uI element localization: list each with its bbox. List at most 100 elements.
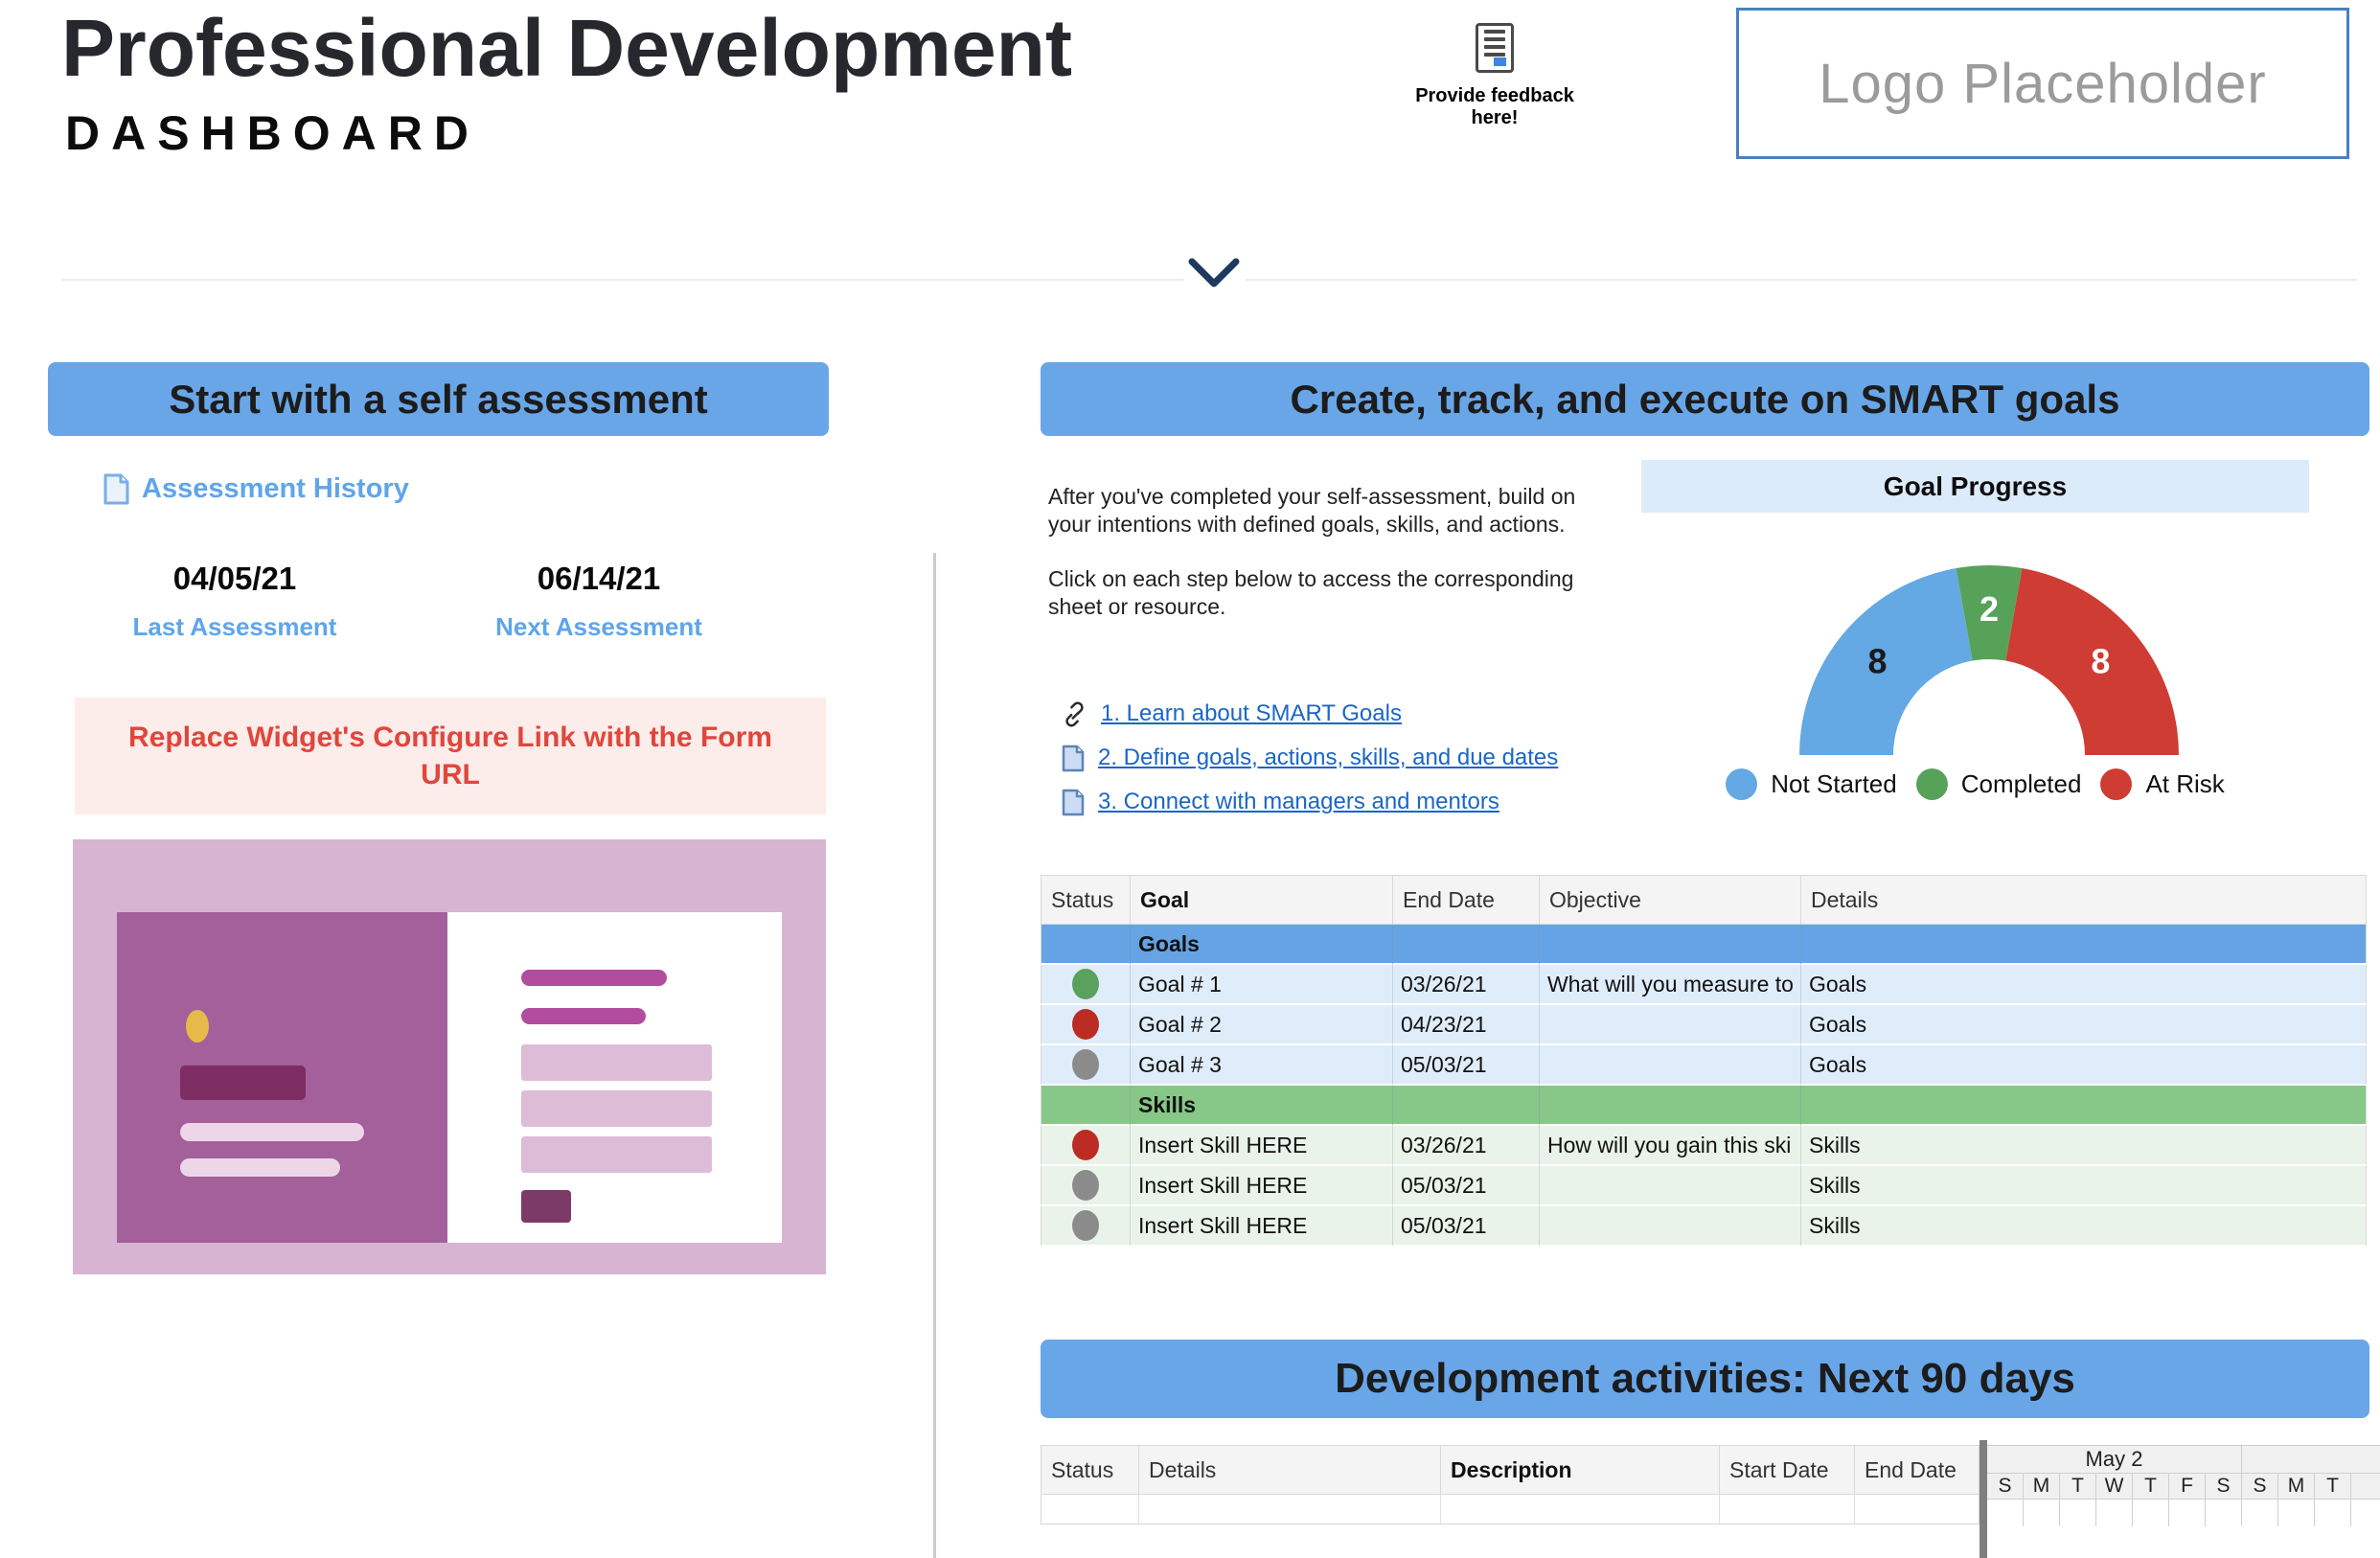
feedback-form-icon bbox=[1476, 23, 1514, 73]
resource-link-connect[interactable]: 3. Connect with managers and mentors bbox=[1062, 780, 1558, 824]
gantt-day-cell: T bbox=[2133, 1474, 2169, 1500]
section-cell bbox=[1041, 1086, 1130, 1126]
status-cell bbox=[1041, 1166, 1130, 1206]
status-cell bbox=[1041, 965, 1130, 1005]
section-title: Skills bbox=[1130, 1086, 1392, 1126]
column-header-end-date: End Date bbox=[1392, 875, 1539, 925]
legend-swatch bbox=[1726, 768, 1757, 800]
goal-cell: Insert Skill HERE bbox=[1130, 1166, 1392, 1206]
table-row: Goal # 103/26/21What will you measure to… bbox=[1041, 965, 2367, 1005]
illustration-bar bbox=[180, 1123, 364, 1141]
legend-item-completed: Completed bbox=[1916, 768, 2082, 800]
feedback-label: Provide feedback here! bbox=[1401, 85, 1589, 129]
document-icon bbox=[103, 473, 129, 505]
empty-cell bbox=[1854, 1495, 1980, 1524]
illustration-bar bbox=[521, 1044, 712, 1081]
section-cell bbox=[1041, 925, 1130, 965]
gantt-day-cell: F bbox=[2169, 1474, 2206, 1500]
gantt-day-cell: M bbox=[2278, 1474, 2315, 1500]
gantt-empty-cell bbox=[2351, 1500, 2380, 1526]
column-header-status: Status bbox=[1041, 1445, 1138, 1495]
chevron-down-icon[interactable] bbox=[1186, 255, 1242, 293]
section-row: Goals bbox=[1041, 925, 2367, 965]
goal-cell: Goal # 3 bbox=[1130, 1045, 1392, 1086]
sheet-icon bbox=[1062, 745, 1085, 772]
last-assessment-metric: 04/05/21 Last Assessment bbox=[101, 561, 369, 642]
link-icon bbox=[1062, 701, 1087, 727]
illustration-bar bbox=[180, 1065, 306, 1100]
objective-cell bbox=[1539, 1045, 1800, 1086]
illustration-bar bbox=[521, 970, 667, 986]
column-header-description: Description bbox=[1440, 1445, 1719, 1495]
gantt-day-row: SMTWTFSSMT bbox=[1987, 1474, 2380, 1500]
status-dot-red bbox=[1072, 1130, 1099, 1160]
resource-links: 1. Learn about SMART Goals 2. Define goa… bbox=[1062, 692, 1558, 824]
gantt-group-label: May 2 bbox=[1987, 1445, 2242, 1474]
goal-progress-title: Goal Progress bbox=[1884, 471, 2067, 502]
status-cell bbox=[1041, 1126, 1130, 1166]
gantt-empty-cell bbox=[2169, 1500, 2206, 1526]
resource-link-smart-goals[interactable]: 1. Learn about SMART Goals bbox=[1062, 692, 1558, 736]
legend-swatch bbox=[2100, 768, 2132, 800]
gantt-empty-cell bbox=[2024, 1500, 2060, 1526]
column-header-start-date: Start Date bbox=[1719, 1445, 1854, 1495]
gauge-value-label: 8 bbox=[2091, 641, 2110, 680]
gantt-day-cell: W bbox=[2096, 1474, 2133, 1500]
column-header-objective: Objective bbox=[1539, 875, 1800, 925]
status-dot-gray bbox=[1072, 1210, 1099, 1241]
details-cell: Goals bbox=[1800, 965, 2367, 1005]
gantt-group-label bbox=[2242, 1445, 2380, 1474]
section-row: Skills bbox=[1041, 1086, 2367, 1126]
activities-table-body bbox=[1041, 1495, 1980, 1524]
illustration-bar bbox=[180, 1158, 340, 1177]
gantt-day-cell bbox=[2351, 1474, 2380, 1500]
status-dot-red bbox=[1072, 1009, 1099, 1040]
smart-goals-intro: After you've completed your self-assessm… bbox=[1048, 483, 1609, 648]
column-header-goal: Goal bbox=[1130, 875, 1392, 925]
status-dot-green bbox=[1072, 969, 1099, 999]
gantt-empty-cell bbox=[2096, 1500, 2133, 1526]
legend-item-at-risk: At Risk bbox=[2100, 768, 2224, 800]
column-header-details: Details bbox=[1800, 875, 2367, 925]
illustration-bar bbox=[521, 1008, 646, 1024]
gauge-value-label: 2 bbox=[1980, 589, 1999, 629]
objective-cell: What will you measure to bbox=[1539, 965, 1800, 1005]
gantt-empty-cell bbox=[2278, 1500, 2315, 1526]
gantt-day-cell: S bbox=[1987, 1474, 2024, 1500]
end-date-cell: 05/03/21 bbox=[1392, 1045, 1539, 1086]
gantt-data-row bbox=[1987, 1500, 2380, 1526]
goal-cell: Insert Skill HERE bbox=[1130, 1206, 1392, 1247]
section-cell bbox=[1392, 925, 1539, 965]
table-row bbox=[1041, 1495, 1980, 1524]
goals-table-header-row: Status Goal End Date Objective Details bbox=[1041, 875, 2367, 925]
metric-value: 04/05/21 bbox=[101, 561, 369, 597]
logo-text: Logo Placeholder bbox=[1819, 52, 2266, 116]
gantt-splitter-handle[interactable] bbox=[1980, 1440, 1987, 1558]
table-row: Insert Skill HERE03/26/21How will you ga… bbox=[1041, 1126, 2367, 1166]
legend-swatch bbox=[1916, 768, 1948, 800]
assessment-history-link[interactable]: Assessment History bbox=[103, 473, 409, 505]
feedback-link[interactable]: Provide feedback here! bbox=[1401, 23, 1589, 129]
empty-cell bbox=[1440, 1495, 1719, 1524]
status-cell bbox=[1041, 1005, 1130, 1045]
gantt-calendar: May 2SMTWTFSSMT bbox=[1987, 1445, 2380, 1526]
goals-table: Status Goal End Date Objective Details G… bbox=[1041, 875, 2367, 1247]
goal-progress-legend: Not Started Completed At Risk bbox=[1641, 768, 2309, 800]
status-cell bbox=[1041, 1045, 1130, 1086]
section-title: Goals bbox=[1130, 925, 1392, 965]
configure-link-warning-text: Replace Widget's Configure Link with the… bbox=[125, 719, 776, 793]
illustration-bar bbox=[521, 1090, 712, 1127]
intro-paragraph: Click on each step below to access the c… bbox=[1048, 565, 1609, 621]
page-title: Professional Development bbox=[61, 2, 1072, 95]
gantt-empty-cell bbox=[2206, 1500, 2242, 1526]
gantt-empty-cell bbox=[1987, 1500, 2024, 1526]
goals-table-body: GoalsGoal # 103/26/21What will you measu… bbox=[1041, 925, 2367, 1247]
column-header-status: Status bbox=[1041, 875, 1130, 925]
illustration-dot bbox=[186, 1010, 209, 1042]
self-assessment-header: Start with a self assessment bbox=[48, 362, 829, 436]
objective-cell bbox=[1539, 1206, 1800, 1247]
metric-value: 06/14/21 bbox=[465, 561, 733, 597]
metric-label: Next Assessment bbox=[465, 612, 733, 642]
resource-link-define-goals[interactable]: 2. Define goals, actions, skills, and du… bbox=[1062, 736, 1558, 780]
sheet-icon bbox=[1062, 789, 1085, 816]
